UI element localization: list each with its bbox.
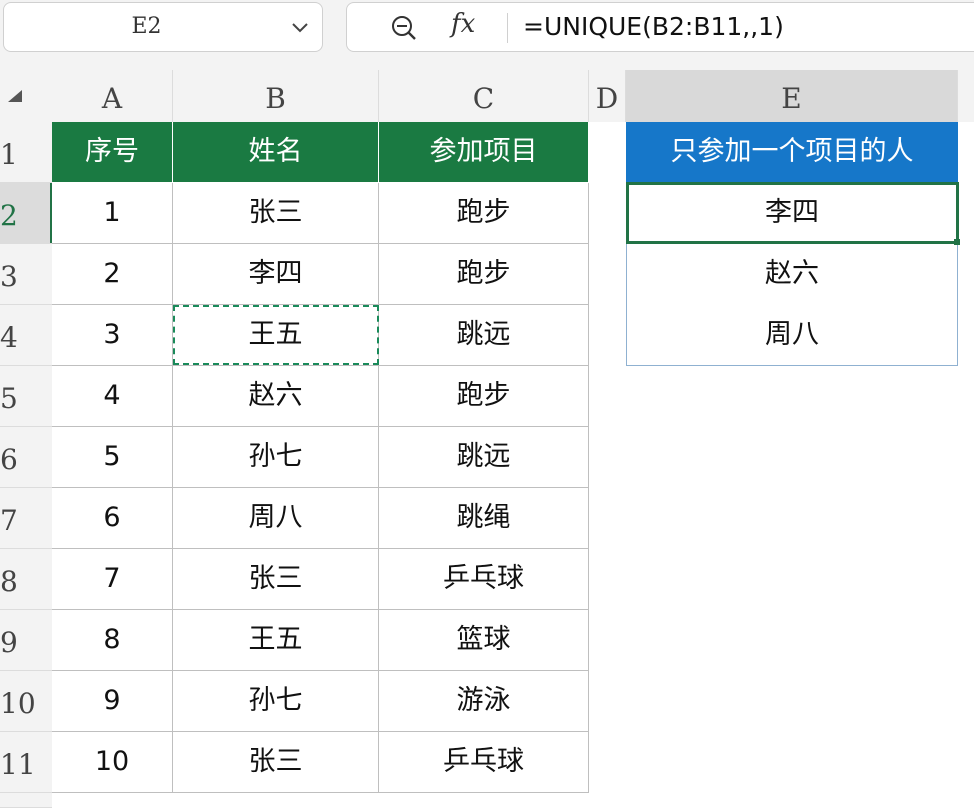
row-header-5[interactable]: 5 [0, 366, 52, 427]
name-box[interactable]: E2 [3, 2, 323, 52]
cell-c3[interactable]: 跑步 [379, 244, 589, 305]
zoom-out-icon[interactable] [391, 15, 417, 41]
row-header-1[interactable]: 1 [0, 122, 52, 183]
copy-marquee [173, 305, 379, 365]
result-cell-e3[interactable]: 赵六 [626, 244, 958, 305]
cell-c8[interactable]: 乒乓球 [379, 549, 589, 610]
cell-b2[interactable]: 张三 [173, 183, 379, 244]
cell-c7[interactable]: 跳绳 [379, 488, 589, 549]
formula-text[interactable]: =UNIQUE(B2:B11,,1) [523, 3, 784, 51]
formula-bar-area: E2 fx =UNIQUE(B2:B11,,1) [0, 0, 974, 70]
cell-b6[interactable]: 孙七 [173, 427, 379, 488]
header-cell-c1[interactable]: 参加项目 [379, 122, 589, 183]
cell-a9[interactable]: 8 [52, 610, 173, 671]
row-header-10[interactable]: 10 [0, 671, 52, 732]
cell-a3[interactable]: 2 [52, 244, 173, 305]
row-header-8[interactable]: 8 [0, 549, 52, 610]
cell-b11[interactable]: 张三 [173, 732, 379, 793]
cell-c10[interactable]: 游泳 [379, 671, 589, 732]
cell-c11[interactable]: 乒乓球 [379, 732, 589, 793]
column-header-e[interactable]: E [626, 70, 958, 122]
cell-c2[interactable]: 跑步 [379, 183, 589, 244]
row-header-6[interactable]: 6 [0, 427, 52, 488]
column-header-a[interactable]: A [52, 70, 173, 122]
row-header-9[interactable]: 9 [0, 610, 52, 671]
cell-c5[interactable]: 跑步 [379, 366, 589, 427]
active-cell-outline [626, 182, 959, 244]
result-cell-e4[interactable]: 周八 [626, 305, 958, 366]
row-header-7[interactable]: 7 [0, 488, 52, 549]
column-header-d[interactable]: D [589, 70, 626, 122]
formula-divider [507, 13, 508, 43]
row-header-4[interactable]: 4 [0, 305, 52, 366]
cell-b8[interactable]: 张三 [173, 549, 379, 610]
cell-a2[interactable]: 1 [52, 183, 173, 244]
cell-b10[interactable]: 孙七 [173, 671, 379, 732]
header-cell-b1[interactable]: 姓名 [173, 122, 379, 183]
cell-a7[interactable]: 6 [52, 488, 173, 549]
column-header-f[interactable] [958, 70, 974, 122]
cell-c4[interactable]: 跳远 [379, 305, 589, 366]
cell-c6[interactable]: 跳远 [379, 427, 589, 488]
cell-a4[interactable]: 3 [52, 305, 173, 366]
cell-c9[interactable]: 篮球 [379, 610, 589, 671]
chevron-down-icon[interactable] [288, 15, 312, 39]
cell-a5[interactable]: 4 [52, 366, 173, 427]
cell-b3[interactable]: 李四 [173, 244, 379, 305]
select-all-triangle-icon [8, 90, 22, 102]
cell-b9[interactable]: 王五 [173, 610, 379, 671]
row-header-3[interactable]: 3 [0, 244, 52, 305]
row-header-11[interactable]: 11 [0, 732, 52, 793]
column-header-c[interactable]: C [379, 70, 589, 122]
row-header-2[interactable]: 2 [0, 183, 52, 244]
cell-a11[interactable]: 10 [52, 732, 173, 793]
formula-input[interactable]: fx =UNIQUE(B2:B11,,1) [346, 2, 974, 52]
cell-b7[interactable]: 周八 [173, 488, 379, 549]
header-cell-a1[interactable]: 序号 [52, 122, 173, 183]
name-box-value: E2 [131, 14, 162, 39]
cell-a6[interactable]: 5 [52, 427, 173, 488]
cell-a10[interactable]: 9 [52, 671, 173, 732]
cell-a8[interactable]: 7 [52, 549, 173, 610]
result-header-e1[interactable]: 只参加一个项目的人 [626, 122, 958, 183]
fill-handle[interactable] [954, 239, 960, 245]
cell-b5[interactable]: 赵六 [173, 366, 379, 427]
column-header-b[interactable]: B [173, 70, 379, 122]
fx-icon[interactable]: fx [451, 9, 475, 39]
row-header-12[interactable] [0, 793, 52, 808]
